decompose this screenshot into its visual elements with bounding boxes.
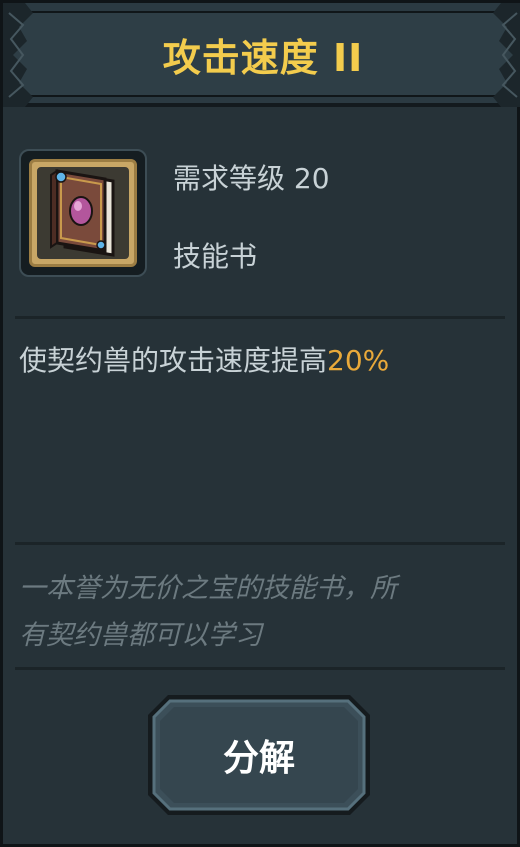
effect-value: 20%	[327, 344, 390, 377]
item-type-label: 技能书	[173, 240, 258, 273]
divider	[15, 667, 505, 670]
effect-description: 使契约兽的攻击速度提高20%	[19, 339, 389, 379]
item-icon-frame	[19, 149, 147, 277]
divider	[15, 316, 505, 319]
panel-header: 攻击速度 II	[3, 3, 520, 107]
item-title: 攻击速度 II	[162, 36, 364, 80]
skill-book-icon	[50, 169, 115, 257]
item-detail-panel: 攻击速度 II 需求等级 20 技能书 使契约兽的攻击速度提高20% 一本誉为无…	[0, 0, 520, 847]
decompose-button[interactable]: 分解	[146, 693, 372, 817]
divider	[15, 542, 505, 545]
required-level: 需求等级 20	[173, 162, 330, 195]
flavor-line: 有契约兽都可以学习	[19, 620, 262, 651]
effect-text: 使契约兽的攻击速度提高	[19, 344, 328, 377]
flavor-line: 一本誉为无价之宝的技能书，所	[19, 573, 397, 604]
decompose-button-label: 分解	[222, 738, 295, 779]
flavor-text: 一本誉为无价之宝的技能书，所 有契约兽都可以学习	[19, 565, 509, 659]
